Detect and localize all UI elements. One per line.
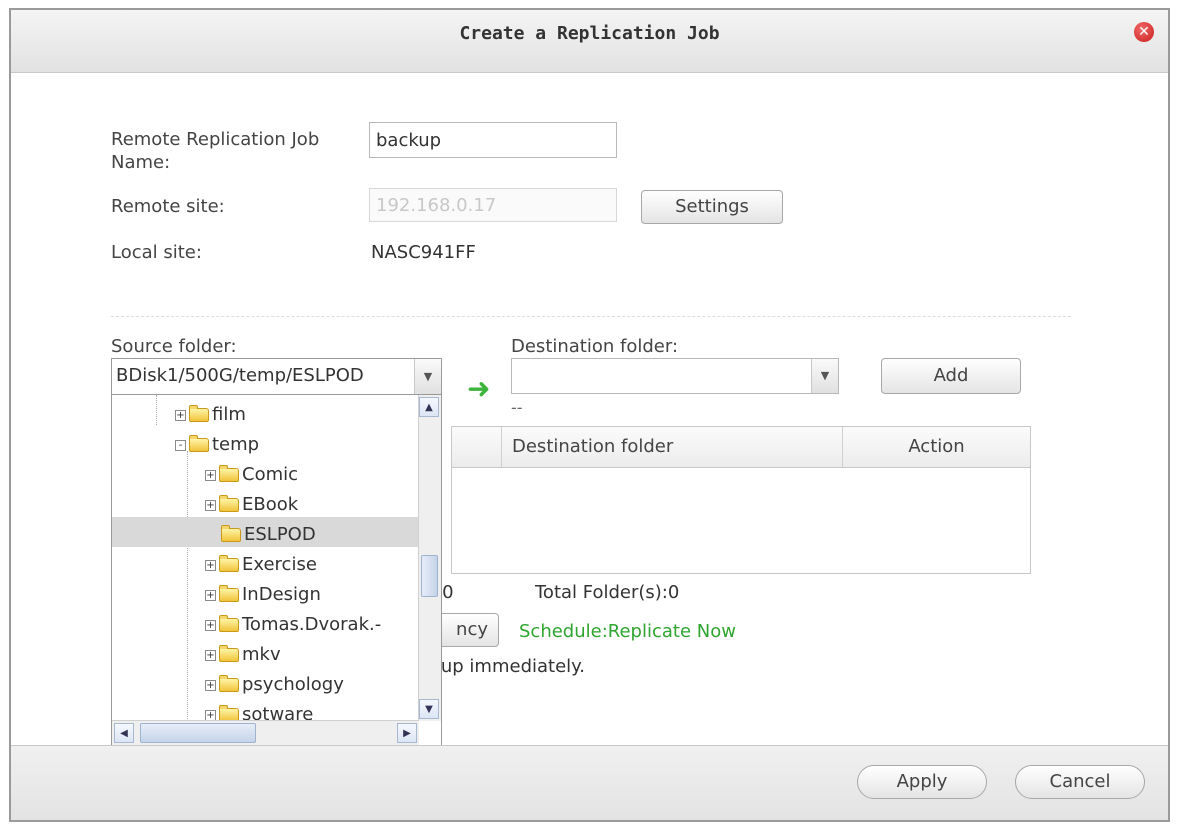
local-site-value: NASC941FF [371,242,476,263]
tree-item-label: psychology [242,674,344,695]
replication-dialog: Create a Replication Job ✕ Remote Replic… [9,8,1170,822]
right-arrow-icon: ➜ [467,372,491,405]
source-folder-select[interactable]: BDisk1/500G/temp/ESLPOD ▼ [111,358,442,396]
destination-folder-select[interactable]: ▼ [511,358,839,394]
apply-button[interactable]: Apply [857,765,987,799]
dialog-title: Create a Replication Job [459,23,720,44]
scroll-down-icon[interactable]: ▼ [419,699,439,719]
chevron-down-icon[interactable]: ▼ [811,359,838,393]
remote-site-label: Remote site: [111,196,225,217]
expand-icon[interactable]: + [175,409,186,421]
dialog-titlebar: Create a Replication Job ✕ [11,10,1168,73]
add-button[interactable]: Add [881,358,1021,394]
tree-item-label: Tomas.Dvorak.- [242,614,382,635]
tree-item[interactable]: + EBook [112,487,421,517]
cancel-button[interactable]: Cancel [1015,765,1145,799]
tree-item-label: InDesign [242,584,321,605]
tree-item[interactable]: + film [112,397,421,427]
tree-item-label: Comic [242,464,299,485]
tree-item-selected[interactable]: ESLPOD [112,517,421,547]
job-name-label: Remote Replication Job Name: [111,129,320,173]
schedule-status: Schedule:Replicate Now [519,621,736,642]
tree-item[interactable]: - temp [112,427,421,457]
scroll-right-icon[interactable]: ▶ [397,723,417,743]
vertical-scroll-thumb[interactable] [421,555,438,597]
folder-icon [219,645,239,662]
source-folder-value: BDisk1/500G/temp/ESLPOD [116,365,364,386]
folder-pair-table: Destination folder Action [451,426,1031,574]
schedule-note: kup immediately. [431,656,585,677]
tree-item-label: EBook [242,494,299,515]
expand-icon[interactable]: + [205,709,216,721]
source-folder-label: Source folder: [111,336,237,357]
expand-icon[interactable]: + [205,559,216,571]
tree-item[interactable]: + Tomas.Dvorak.- [112,607,421,637]
total-folders: Total Folder(s):0 [535,582,680,603]
tree-item-label: temp [212,434,260,455]
table-header: Destination folder Action [452,427,1030,468]
dialog-footer: Apply Cancel [11,745,1168,820]
expand-icon[interactable]: + [205,589,216,601]
tree-item-label: film [212,404,246,425]
section-divider [111,316,1071,317]
local-site-label: Local site: [111,242,202,263]
remote-site-input [369,188,617,222]
vertical-scrollbar[interactable]: ▲ ▼ [418,395,441,721]
horizontal-scroll-thumb[interactable] [140,723,256,743]
table-header-action: Action [842,427,1030,467]
tree-item[interactable]: + Comic [112,457,421,487]
scroll-up-icon[interactable]: ▲ [419,397,439,417]
scroll-left-icon[interactable]: ◀ [114,723,134,743]
expand-icon[interactable]: + [205,469,216,481]
settings-button[interactable]: Settings [641,190,783,224]
expand-icon[interactable]: + [205,649,216,661]
expand-icon[interactable]: + [205,499,216,511]
tree-item-label: mkv [242,644,281,665]
folder-icon [219,495,239,512]
folder-icon [219,675,239,692]
tree-item[interactable]: + psychology [112,667,421,697]
folder-icon [189,435,209,452]
destination-folder-label: Destination folder: [511,336,679,357]
table-header-destination: Destination folder [512,436,674,457]
expand-icon[interactable]: + [205,619,216,631]
folder-icon [219,585,239,602]
horizontal-scrollbar[interactable]: ◀ ▶ [112,720,419,747]
source-folder-tree[interactable]: + film - temp + Comic + EBook ESLPOD + Exerci… [111,394,442,748]
tree-item-label: ESLPOD [244,524,316,545]
folder-icon [219,555,239,572]
tree-item[interactable]: + mkv [112,637,421,667]
close-icon[interactable]: ✕ [1134,22,1154,42]
job-name-input[interactable] [369,122,617,158]
tree-item[interactable]: + Exercise [112,547,421,577]
tree-item[interactable]: + InDesign [112,577,421,607]
chevron-down-icon[interactable]: ▼ [414,359,441,395]
destination-hint: -- [511,398,523,417]
folder-icon [219,465,239,482]
folder-icon [219,615,239,632]
folder-icon [221,525,241,542]
table-header-cell [452,427,502,467]
collapse-icon[interactable]: - [175,439,186,451]
expand-icon[interactable]: + [205,679,216,691]
folder-icon [189,405,209,422]
tree-item-label: Exercise [242,554,317,575]
